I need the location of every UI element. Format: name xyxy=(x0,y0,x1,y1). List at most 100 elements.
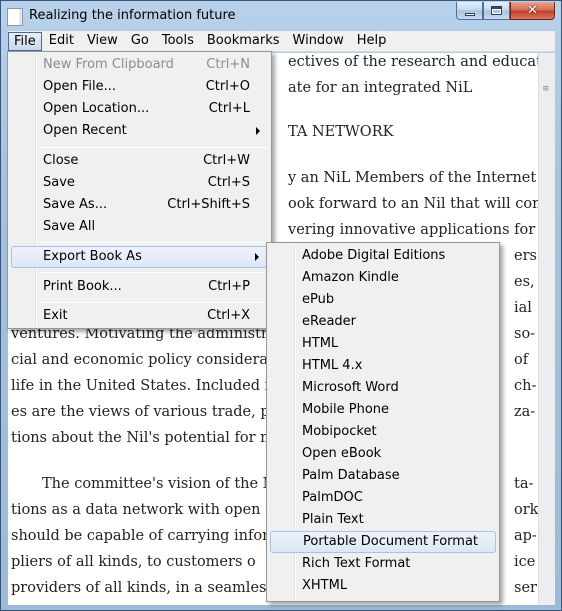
menu-item-exit[interactable]: Exit Ctrl+X xyxy=(11,305,268,327)
menu-window[interactable]: Window xyxy=(287,32,350,51)
menu-item-shortcut: Ctrl+N xyxy=(206,57,250,72)
export-html[interactable]: HTML xyxy=(270,333,496,355)
doc-line: so- xyxy=(514,326,536,342)
doc-line: es are the views of various trade, publ xyxy=(11,404,293,420)
export-mobipocket[interactable]: Mobipocket xyxy=(270,421,496,443)
doc-line: The committee's vision of the Nil xyxy=(42,476,285,492)
menu-edit[interactable]: Edit xyxy=(43,32,80,51)
title-bar[interactable]: Realizing the information future ✕ xyxy=(1,1,561,31)
export-adobe-digital-editions[interactable]: Adobe Digital Editions xyxy=(270,245,496,267)
export-open-ebook[interactable]: Open eBook xyxy=(270,443,496,465)
doc-line: cial and economic policy consideratio xyxy=(11,352,288,368)
export-amazon-kindle[interactable]: Amazon Kindle xyxy=(270,267,496,289)
menu-item-label: New From Clipboard xyxy=(43,57,174,72)
menu-item-label: Save xyxy=(43,175,75,190)
export-xhtml[interactable]: XHTML xyxy=(270,575,496,597)
menu-bookmarks[interactable]: Bookmarks xyxy=(201,32,286,51)
export-palmdoc[interactable]: PalmDOC xyxy=(270,487,496,509)
doc-line: tions as a data network with open and xyxy=(11,502,293,518)
export-html-4x[interactable]: HTML 4.x xyxy=(270,355,496,377)
export-portable-document-format[interactable]: Portable Document Format xyxy=(270,531,496,553)
doc-line: tions about the Nil's potential for me xyxy=(11,430,283,446)
menu-bar: File Edit View Go Tools Bookmarks Window… xyxy=(8,31,555,52)
menu-item-label: Print Book... xyxy=(43,279,122,294)
doc-line: ate for an integrated NiL xyxy=(288,80,473,96)
minimize-button[interactable] xyxy=(456,2,483,20)
doc-line: should be capable of carrying inform xyxy=(11,528,283,544)
doc-line: ork xyxy=(514,502,538,518)
export-rich-text-format[interactable]: Rich Text Format xyxy=(270,553,496,575)
close-button[interactable]: ✕ xyxy=(510,2,555,20)
menu-item-shortcut: Ctrl+Shift+S xyxy=(167,197,250,212)
menu-tools[interactable]: Tools xyxy=(156,32,200,51)
menu-item-label: Save All xyxy=(43,219,96,234)
export-plain-text[interactable]: Plain Text xyxy=(270,509,496,531)
menu-item-open-location[interactable]: Open Location... Ctrl+L xyxy=(11,98,268,120)
doc-line: ers xyxy=(514,248,537,264)
minimize-icon xyxy=(464,12,475,16)
menu-item-export-book-as[interactable]: Export Book As xyxy=(11,246,268,268)
window-controls: ✕ xyxy=(456,2,555,20)
menu-separator xyxy=(38,302,268,303)
doc-line: ap- xyxy=(514,528,537,544)
export-mobile-phone[interactable]: Mobile Phone xyxy=(270,399,496,421)
submenu-arrow-icon xyxy=(256,127,260,135)
doc-line: ial xyxy=(514,300,532,316)
maximize-button[interactable] xyxy=(483,2,510,20)
scroll-grip-icon[interactable]: ≡ xyxy=(542,85,553,99)
doc-line: providers of all kinds, in a seamless xyxy=(11,580,274,596)
menu-item-shortcut: Ctrl+S xyxy=(207,175,250,190)
menu-item-shortcut: Ctrl+X xyxy=(207,308,250,323)
menu-item-shortcut: Ctrl+O xyxy=(205,79,250,94)
doc-line: ectives of the research and education xyxy=(288,54,538,70)
menu-item-save[interactable]: Save Ctrl+S xyxy=(11,172,268,194)
export-epub[interactable]: ePub xyxy=(270,289,496,311)
doc-line: ook forward to an Nil that will contin- xyxy=(288,196,538,212)
menu-item-label: Open File... xyxy=(43,79,117,94)
document-icon xyxy=(7,8,23,26)
doc-heading: TA NETWORK xyxy=(288,124,394,140)
export-ereader[interactable]: eReader xyxy=(270,311,496,333)
menu-view[interactable]: View xyxy=(81,32,124,51)
menu-item-shortcut: Ctrl+P xyxy=(208,279,250,294)
doc-line: ice xyxy=(514,554,536,570)
doc-line: za- xyxy=(514,404,536,420)
doc-line: ser xyxy=(514,580,537,596)
doc-line: ta- xyxy=(514,476,534,492)
doc-line: y an NiL Members of the Internet net- xyxy=(288,170,538,186)
export-microsoft-word[interactable]: Microsoft Word xyxy=(270,377,496,399)
doc-line: of xyxy=(514,352,529,368)
menu-item-open-recent[interactable]: Open Recent xyxy=(11,120,268,142)
menu-item-label: Exit xyxy=(43,308,68,323)
menu-item-label: Export Book As xyxy=(43,249,142,264)
doc-line: ch- xyxy=(514,378,537,394)
menu-item-label: Open Location... xyxy=(43,101,150,116)
menu-item-save-all[interactable]: Save All xyxy=(11,216,268,238)
maximize-icon xyxy=(491,6,502,15)
menu-separator xyxy=(38,272,268,273)
menu-item-shortcut: Ctrl+L xyxy=(208,101,250,116)
vertical-scrollbar[interactable]: ≡ xyxy=(538,53,555,605)
menu-go[interactable]: Go xyxy=(125,32,155,51)
doc-line: vering innovative applications for in- xyxy=(288,222,538,238)
menu-item-close[interactable]: Close Ctrl+W xyxy=(11,150,268,172)
menu-item-label: Close xyxy=(43,153,79,168)
menu-item-new-from-clipboard[interactable]: New From Clipboard Ctrl+N xyxy=(11,54,268,76)
export-palm-database[interactable]: Palm Database xyxy=(270,465,496,487)
window-title: Realizing the information future xyxy=(29,8,236,23)
menu-help[interactable]: Help xyxy=(351,32,393,51)
close-icon: ✕ xyxy=(527,3,538,18)
menu-item-label: Open Recent xyxy=(43,123,127,138)
menu-item-label: Save As... xyxy=(43,197,108,212)
menu-separator xyxy=(38,147,268,148)
submenu-arrow-icon xyxy=(255,253,259,261)
menu-item-open-file[interactable]: Open File... Ctrl+O xyxy=(11,76,268,98)
menu-item-shortcut: Ctrl+W xyxy=(203,153,250,168)
doc-line: pliers of all kinds, to customers o xyxy=(11,554,256,570)
menu-item-print-book[interactable]: Print Book... Ctrl+P xyxy=(11,276,268,298)
export-book-submenu: Adobe Digital Editions Amazon Kindle ePu… xyxy=(266,242,500,602)
doc-line: es, xyxy=(514,274,535,290)
menu-file[interactable]: File xyxy=(8,31,42,51)
menu-separator xyxy=(38,242,268,243)
menu-item-save-as[interactable]: Save As... Ctrl+Shift+S xyxy=(11,194,268,216)
